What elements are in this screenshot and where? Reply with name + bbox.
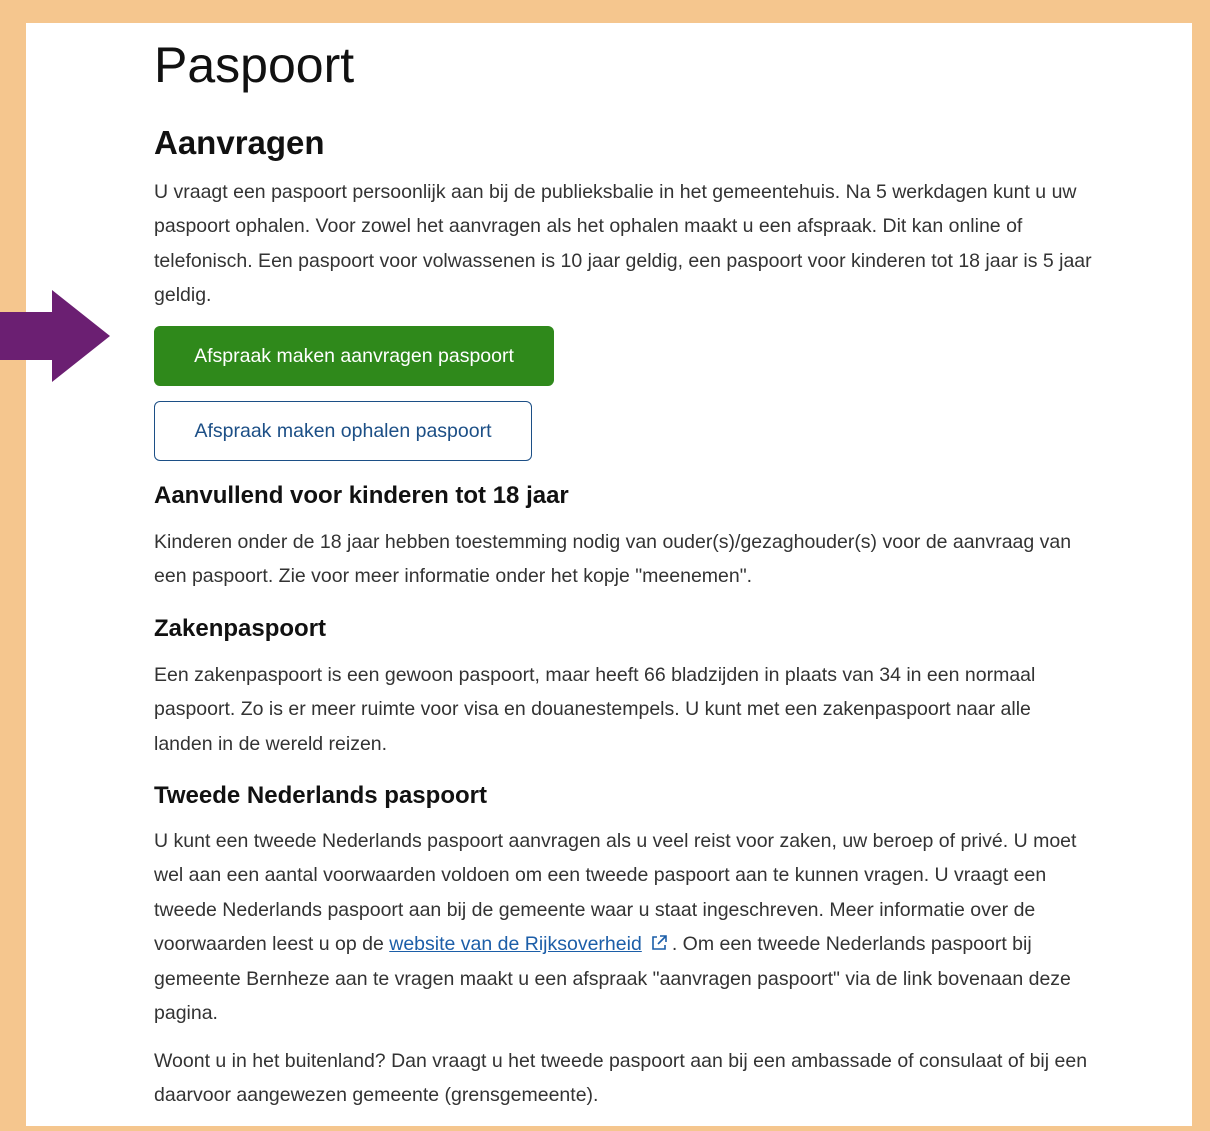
intro-paragraph: U vraagt een paspoort persoonlijk aan bi… — [154, 181, 1092, 307]
appointment-pickup-button[interactable]: Afspraak maken ophalen paspoort — [154, 401, 532, 461]
tweede-paspoort-title: Tweede Nederlands paspoort — [154, 782, 487, 809]
appointment-apply-button[interactable]: Afspraak maken aanvragen paspoort — [154, 326, 554, 386]
external-link-icon — [650, 929, 668, 951]
tweede-paspoort-paragraph: U kunt een tweede Nederlands paspoort aa… — [154, 824, 1094, 1030]
kinderen-paragraph: Kinderen onder de 18 jaar hebben toestem… — [154, 531, 1072, 588]
right-arrow-icon — [0, 290, 110, 382]
page-title: Paspoort — [154, 37, 355, 93]
rijksoverheid-link[interactable]: website van de Rijksoverheid — [389, 933, 642, 955]
zakenpaspoort-paragraph: Een zakenpaspoort is een gewoon paspoort… — [154, 664, 1036, 755]
kinderen-title: Aanvullend voor kinderen tot 18 jaar — [154, 482, 569, 509]
section-title-aanvragen: Aanvragen — [154, 124, 325, 161]
zakenpaspoort-title: Zakenpaspoort — [154, 615, 327, 642]
page-frame: Paspoort Aanvragen U vraagt een paspoort… — [26, 23, 1192, 1126]
buitenland-paragraph: Woont u in het buitenland? Dan vraagt u … — [154, 1050, 1088, 1107]
